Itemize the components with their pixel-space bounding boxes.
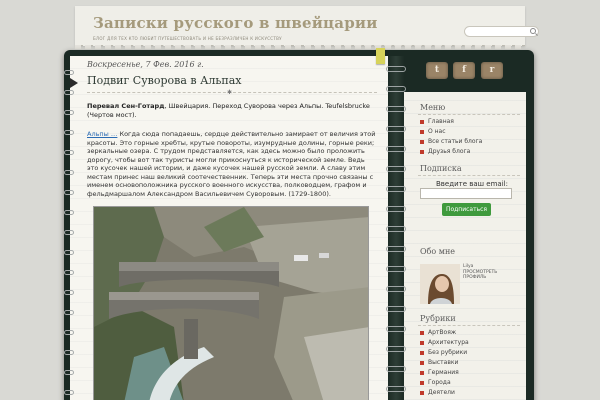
ring — [64, 130, 74, 135]
view-profile-link[interactable]: ПРОСМОТРЕТЬ ПРОФИЛЬ — [463, 270, 508, 280]
ring — [64, 290, 74, 295]
ring — [64, 270, 74, 275]
search-icon[interactable] — [530, 28, 536, 34]
ring — [386, 126, 406, 132]
post-lead-bold: Перевал Сен-Готард — [87, 102, 165, 110]
ring — [386, 166, 406, 172]
ring — [386, 346, 406, 352]
ring — [386, 86, 406, 92]
about-name: Lilya — [463, 264, 474, 269]
ring — [64, 70, 74, 75]
post-photo[interactable] — [93, 206, 369, 400]
post-body: Альпы … Когда сюда попадаешь, сердце дей… — [87, 130, 377, 198]
rubric-item[interactable]: АртВояж — [420, 328, 469, 338]
left-rings — [64, 60, 74, 400]
search-input[interactable] — [464, 26, 539, 37]
rubric-item[interactable]: Архитектура — [420, 338, 469, 348]
ring — [386, 66, 406, 72]
site-header: Записки русского в швейцарии БЛОГ ДЛЯ ТЕ… — [75, 6, 539, 49]
email-field[interactable] — [420, 188, 512, 199]
avatar[interactable] — [420, 264, 460, 304]
rubrics-heading: Рубрики — [420, 314, 456, 323]
spine-rings — [386, 58, 406, 400]
rubric-item[interactable]: Города — [420, 378, 469, 388]
ring — [64, 170, 74, 175]
ring — [64, 230, 74, 235]
ring — [64, 310, 74, 315]
subscribe-divider — [418, 175, 520, 176]
post-title[interactable]: Подвиг Суворова в Альпах — [87, 74, 241, 87]
menu-item-home[interactable]: Главная — [420, 117, 482, 127]
ring — [64, 350, 74, 355]
subscribe-button[interactable]: Подписаться — [442, 203, 491, 216]
ring — [386, 246, 406, 252]
ring — [386, 266, 406, 272]
menu-list: Главная О нас Все статьи блога Друзья бл… — [420, 117, 482, 157]
post-arrow-icon — [70, 78, 78, 88]
menu-item-about[interactable]: О нас — [420, 127, 482, 137]
ring — [386, 106, 406, 112]
divider-star-icon: ✱ — [227, 89, 233, 96]
ring — [386, 226, 406, 232]
ring — [64, 330, 74, 335]
ring — [64, 90, 74, 95]
ring — [386, 386, 406, 392]
alps-link[interactable]: Альпы … — [87, 130, 117, 138]
post-date: Воскресенье, 7 Фев. 2016 г. — [87, 60, 204, 69]
ring — [386, 286, 406, 292]
site-title[interactable]: Записки русского в швейцарии — [93, 14, 378, 32]
rubrics-divider — [418, 325, 520, 326]
ring — [64, 250, 74, 255]
site-tagline: БЛОГ ДЛЯ ТЕХ КТО ЛЮБИТ ПУТЕШЕСТВОВАТЬ И … — [93, 36, 282, 41]
ring — [64, 110, 74, 115]
ring — [386, 326, 406, 332]
ring — [64, 210, 74, 215]
ring — [386, 146, 406, 152]
rubric-item[interactable]: Германия — [420, 368, 469, 378]
ring — [386, 306, 406, 312]
ring — [386, 206, 406, 212]
menu-divider — [418, 114, 520, 115]
twitter-icon[interactable]: t — [426, 62, 448, 79]
rubrics-list: АртВояж Архитектура Без рубрики Выставки… — [420, 328, 469, 398]
menu-item-all-posts[interactable]: Все статьи блога — [420, 137, 482, 147]
ring — [64, 370, 74, 375]
menu-item-friends[interactable]: Друзья блога — [420, 147, 482, 157]
rubric-item[interactable]: Выставки — [420, 358, 469, 368]
post-body-text: Когда сюда попадаешь, сердце действитель… — [87, 130, 376, 198]
ring — [64, 390, 74, 395]
alps-photo-illustration — [94, 207, 368, 400]
avatar-portrait — [420, 264, 460, 304]
email-label: Введите ваш email: — [436, 180, 508, 188]
rss-icon[interactable]: r — [481, 62, 503, 79]
ring — [64, 150, 74, 155]
menu-heading: Меню — [420, 103, 446, 112]
rubric-item[interactable]: Без рубрики — [420, 348, 469, 358]
post-lead: Перевал Сен-Готард, Швейцария. Переход С… — [87, 102, 377, 120]
subscribe-heading: Подписка — [420, 164, 462, 173]
ring — [386, 366, 406, 372]
rubric-item[interactable]: Деятели — [420, 388, 469, 398]
facebook-icon[interactable]: f — [453, 62, 475, 79]
ring — [386, 186, 406, 192]
bookmark-ribbon — [376, 48, 385, 64]
about-heading: Обо мне — [420, 247, 456, 256]
ring — [64, 190, 74, 195]
